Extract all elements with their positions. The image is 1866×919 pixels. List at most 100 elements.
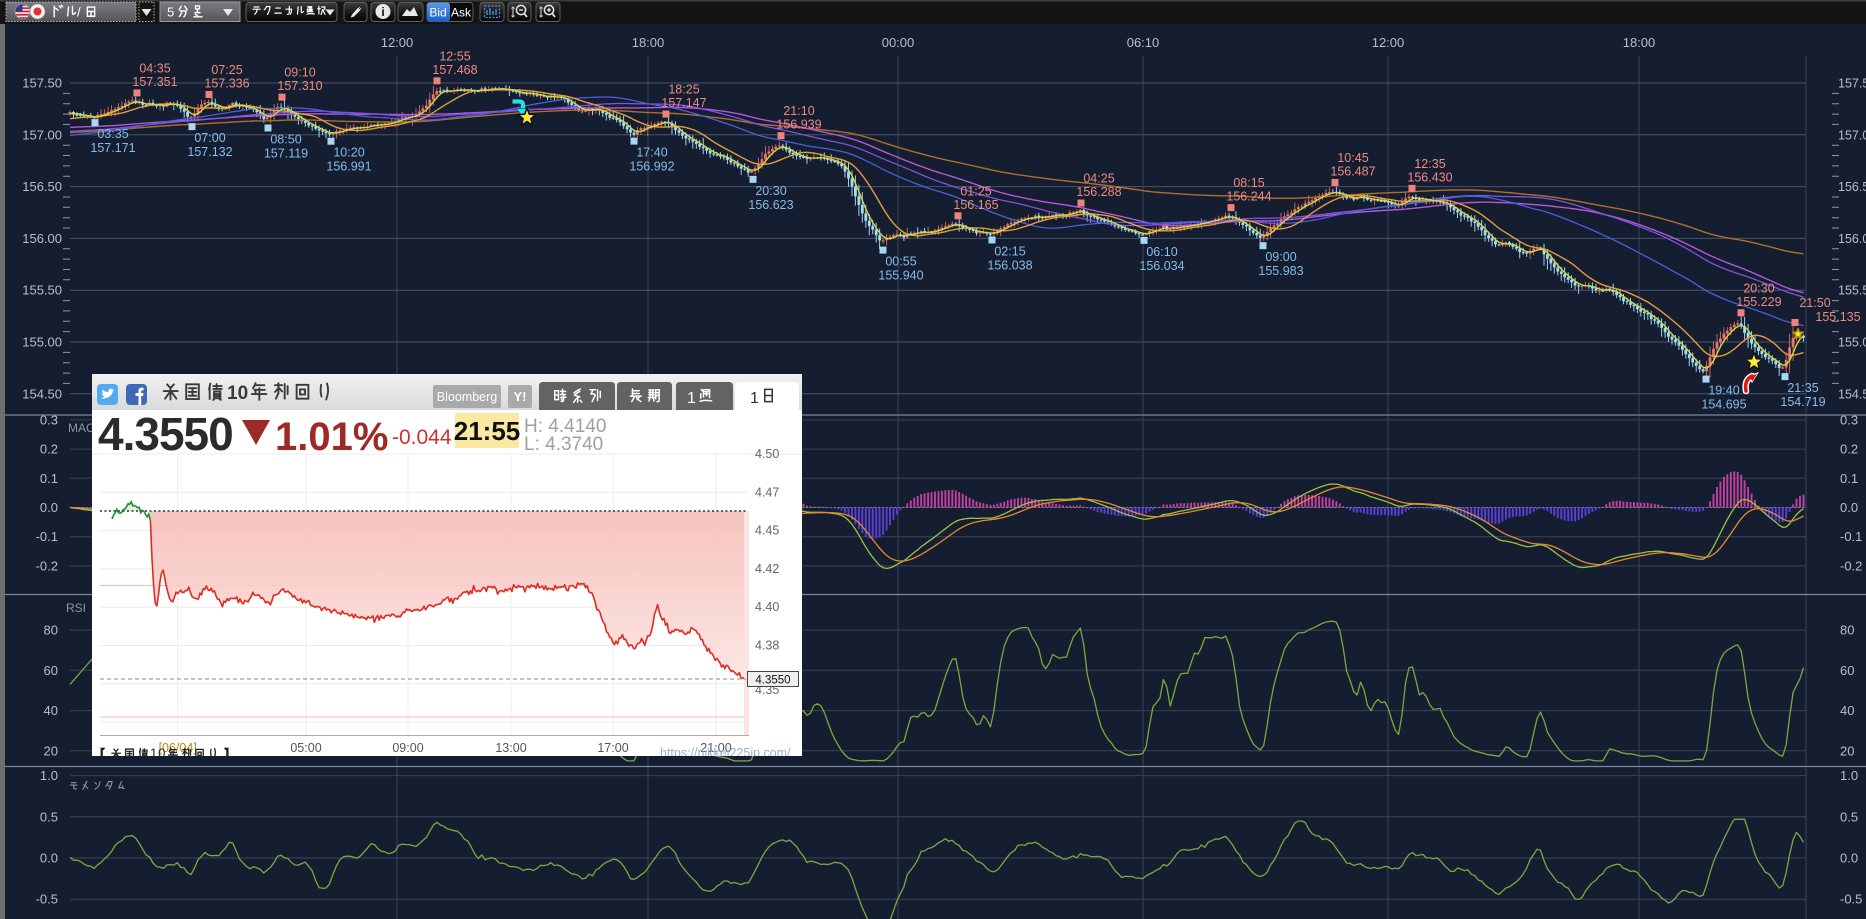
svg-text:1: 1 — [750, 390, 759, 407]
svg-text:155.00: 155.00 — [22, 335, 62, 350]
svg-text:157.132: 157.132 — [187, 145, 232, 159]
svg-text:00:55: 00:55 — [885, 255, 916, 269]
svg-text:4.38: 4.38 — [755, 639, 779, 653]
svg-text:155.00: 155.00 — [1838, 336, 1866, 350]
svg-text:40: 40 — [44, 703, 58, 718]
svg-text:156.244: 156.244 — [1226, 190, 1271, 204]
svg-text:156.50: 156.50 — [1838, 180, 1866, 194]
svg-text:07:00: 07:00 — [194, 131, 225, 145]
svg-text:157.468: 157.468 — [432, 63, 477, 77]
svg-text:156.939: 156.939 — [776, 118, 821, 132]
svg-text:10:20: 10:20 — [333, 146, 364, 160]
svg-text:Bloomberg: Bloomberg — [437, 390, 497, 404]
svg-text:12:00: 12:00 — [1372, 35, 1405, 50]
svg-text:5: 5 — [167, 5, 174, 20]
svg-text:0.3: 0.3 — [40, 412, 58, 427]
svg-text:/: / — [77, 5, 81, 20]
svg-text:21:55: 21:55 — [454, 416, 521, 446]
svg-text:155.50: 155.50 — [1838, 284, 1866, 298]
svg-text:-0.5: -0.5 — [1840, 892, 1862, 907]
svg-text:156.034: 156.034 — [1139, 259, 1184, 273]
svg-text:4.50: 4.50 — [755, 447, 779, 461]
svg-text:21:10: 21:10 — [783, 104, 814, 118]
svg-text:-0.044: -0.044 — [392, 426, 452, 449]
svg-text:18:00: 18:00 — [632, 35, 665, 50]
svg-text:157.147: 157.147 — [661, 96, 706, 110]
svg-text:0: 0 — [158, 746, 165, 756]
svg-text:0.1: 0.1 — [40, 471, 58, 486]
svg-text:0.5: 0.5 — [40, 809, 58, 824]
svg-text:0.3: 0.3 — [1840, 412, 1858, 427]
svg-text:156.038: 156.038 — [987, 258, 1032, 272]
svg-text:Bid: Bid — [429, 6, 446, 20]
svg-text:0.2: 0.2 — [1840, 442, 1858, 457]
svg-text:20: 20 — [44, 743, 58, 758]
svg-text:08:50: 08:50 — [270, 132, 301, 146]
svg-text:4.40: 4.40 — [755, 600, 779, 614]
svg-text:07:25: 07:25 — [211, 63, 242, 77]
svg-text:4.3550: 4.3550 — [755, 675, 790, 687]
svg-text:06:10: 06:10 — [1127, 35, 1160, 50]
svg-text:18:00: 18:00 — [1623, 35, 1656, 50]
svg-text:18:25: 18:25 — [668, 83, 699, 97]
svg-text:-0.5: -0.5 — [36, 892, 58, 907]
svg-text:20:30: 20:30 — [1743, 281, 1774, 295]
svg-text:0.0: 0.0 — [40, 500, 58, 515]
svg-text:01:25: 01:25 — [960, 184, 991, 198]
svg-text:155.229: 155.229 — [1736, 295, 1781, 309]
svg-text:154.719: 154.719 — [1780, 395, 1825, 409]
svg-text:40: 40 — [1840, 703, 1854, 718]
svg-text:20: 20 — [1840, 743, 1854, 758]
svg-text:12:55: 12:55 — [439, 49, 470, 63]
svg-text:09:00: 09:00 — [1265, 250, 1296, 264]
svg-text:157.310: 157.310 — [277, 79, 322, 93]
svg-text:157.00: 157.00 — [22, 127, 62, 142]
svg-text:17:40: 17:40 — [636, 146, 667, 160]
svg-text:https://nikkei225jp.com/: https://nikkei225jp.com/ — [660, 746, 791, 756]
svg-text:154.50: 154.50 — [22, 386, 62, 401]
svg-text:1.0: 1.0 — [40, 768, 58, 783]
svg-text:155.983: 155.983 — [1258, 264, 1303, 278]
svg-text:157.336: 157.336 — [204, 76, 249, 90]
svg-text:Y!: Y! — [514, 389, 527, 404]
svg-text:60: 60 — [44, 663, 58, 678]
svg-text:03:35: 03:35 — [97, 127, 128, 141]
svg-text:04:25: 04:25 — [1083, 172, 1114, 186]
svg-text:13:00: 13:00 — [495, 741, 526, 755]
svg-text:157.351: 157.351 — [132, 75, 177, 89]
svg-text:RSI: RSI — [66, 601, 86, 615]
svg-text:-0.2: -0.2 — [1840, 558, 1862, 573]
svg-text:156.991: 156.991 — [326, 160, 371, 174]
svg-text:L: 4.3740: L: 4.3740 — [524, 434, 603, 455]
svg-text:156.487: 156.487 — [1330, 164, 1375, 178]
svg-text:00:00: 00:00 — [882, 35, 915, 50]
svg-text:156.00: 156.00 — [1838, 232, 1866, 246]
svg-text:i: i — [381, 5, 384, 19]
svg-text:09:00: 09:00 — [392, 741, 423, 755]
svg-text:156.50: 156.50 — [22, 179, 62, 194]
svg-text:0.0: 0.0 — [40, 851, 58, 866]
svg-text:4.47: 4.47 — [755, 485, 779, 499]
svg-text:80: 80 — [44, 623, 58, 638]
svg-text:156.992: 156.992 — [629, 160, 674, 174]
svg-text:19:40: 19:40 — [1708, 384, 1739, 398]
svg-text:156.623: 156.623 — [748, 198, 793, 212]
svg-text:10:45: 10:45 — [1337, 151, 1368, 165]
svg-text:1: 1 — [150, 746, 157, 756]
svg-text:4.45: 4.45 — [755, 524, 779, 538]
svg-text:156.00: 156.00 — [22, 231, 62, 246]
svg-text:154.695: 154.695 — [1701, 398, 1746, 412]
svg-text:156.288: 156.288 — [1076, 185, 1121, 199]
svg-text:60: 60 — [1840, 663, 1854, 678]
svg-text:157.119: 157.119 — [264, 146, 308, 160]
svg-text:157.00: 157.00 — [1838, 128, 1866, 142]
svg-text:156.165: 156.165 — [953, 198, 998, 212]
svg-text:155.50: 155.50 — [22, 283, 62, 298]
svg-text:4.42: 4.42 — [755, 562, 779, 576]
svg-text:156.430: 156.430 — [1407, 170, 1452, 184]
svg-text:12:00: 12:00 — [381, 35, 414, 50]
svg-text:154.50: 154.50 — [1838, 387, 1866, 401]
svg-text:20:30: 20:30 — [755, 184, 786, 198]
svg-text:4.3550: 4.3550 — [98, 408, 233, 460]
svg-text:0.0: 0.0 — [1840, 500, 1858, 515]
